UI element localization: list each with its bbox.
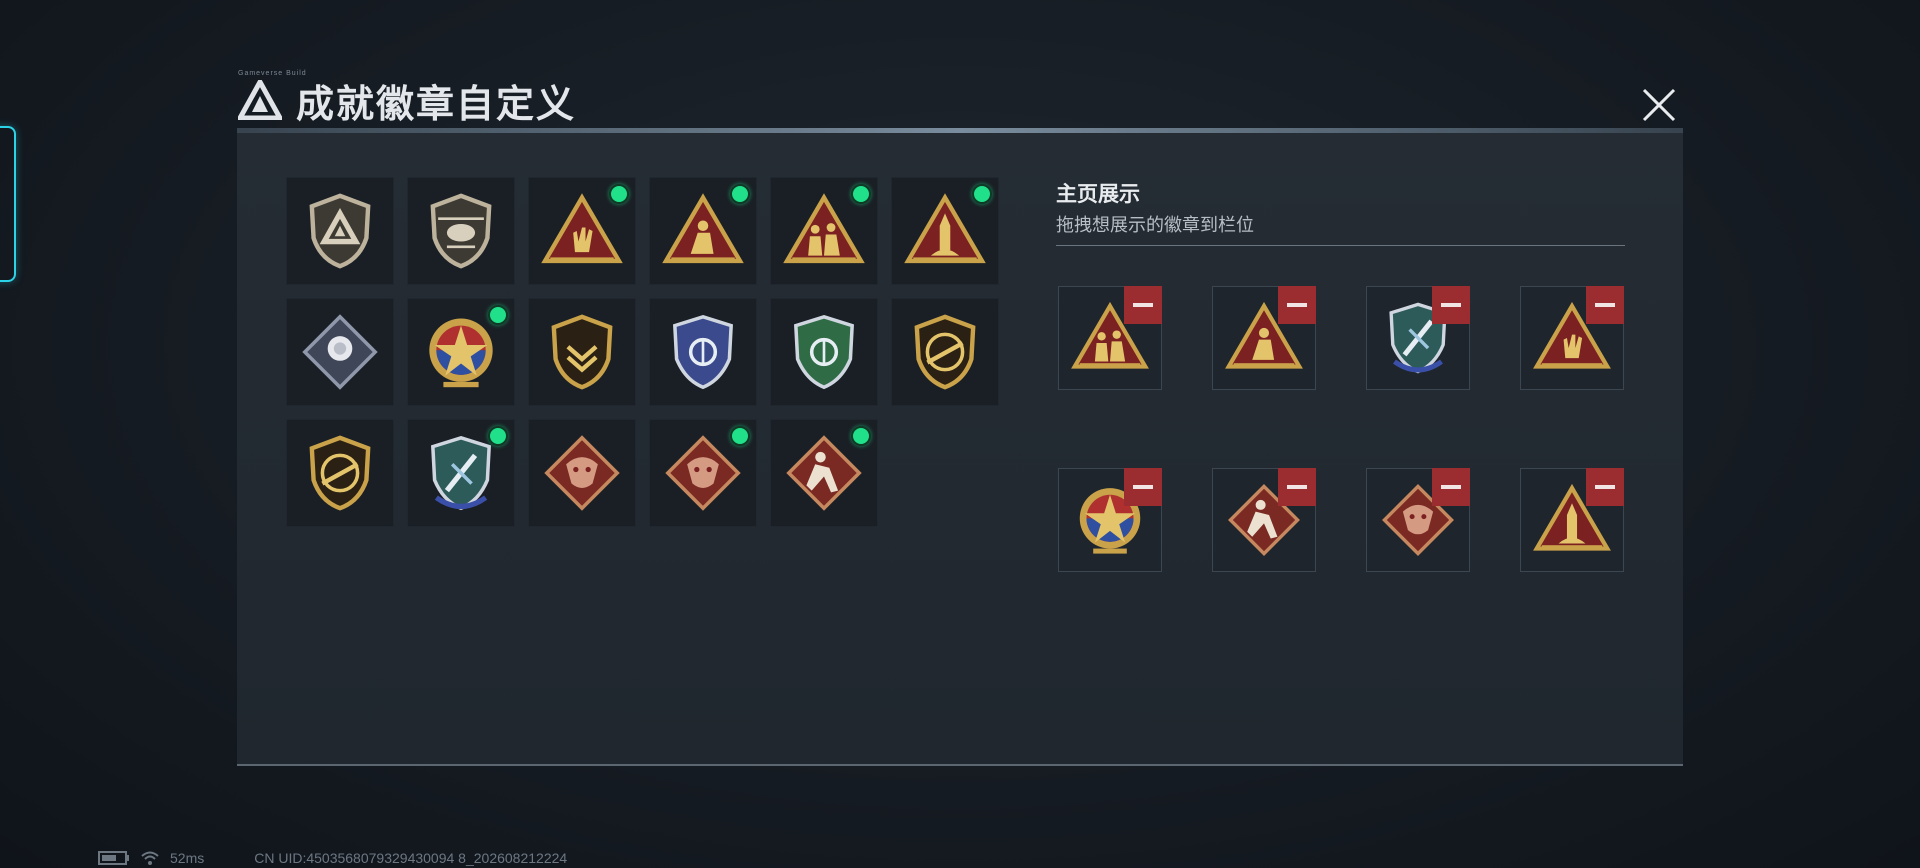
new-indicator-dot bbox=[488, 426, 508, 446]
helicopter-shield-badge-icon bbox=[430, 193, 492, 269]
uid-text: CN UID:4503568079329430094 8_20260821222… bbox=[254, 850, 568, 866]
new-indicator-dot bbox=[972, 184, 992, 204]
new-indicator-dot bbox=[609, 184, 629, 204]
showcase-title: 主页展示 bbox=[1056, 183, 1140, 206]
badge-cell[interactable] bbox=[407, 177, 515, 285]
minus-icon bbox=[1595, 485, 1615, 489]
chevron-shield-badge-icon bbox=[551, 314, 613, 390]
remove-badge-button[interactable] bbox=[1432, 286, 1470, 324]
showcase-slot[interactable] bbox=[1212, 286, 1316, 390]
showcase-slot[interactable] bbox=[1366, 468, 1470, 572]
badge-cell[interactable] bbox=[286, 177, 394, 285]
minus-icon bbox=[1287, 303, 1307, 307]
showcase-slot[interactable] bbox=[1520, 286, 1624, 390]
wifi-icon bbox=[141, 851, 159, 865]
badge-cell[interactable] bbox=[528, 419, 636, 527]
badge-cell[interactable] bbox=[770, 419, 878, 527]
badge-cell[interactable] bbox=[649, 298, 757, 406]
remove-badge-button[interactable] bbox=[1278, 468, 1316, 506]
badge-cell[interactable] bbox=[286, 298, 394, 406]
minus-icon bbox=[1133, 485, 1153, 489]
badge-inventory-grid bbox=[286, 177, 1006, 527]
badge-cell[interactable] bbox=[407, 298, 515, 406]
minus-icon bbox=[1287, 485, 1307, 489]
dragon-diamond-badge-icon bbox=[544, 435, 620, 511]
badge-cell[interactable] bbox=[891, 177, 999, 285]
badge-cell[interactable] bbox=[528, 177, 636, 285]
showcase-slot[interactable] bbox=[1520, 468, 1624, 572]
new-indicator-dot bbox=[851, 426, 871, 446]
badge-cell[interactable] bbox=[286, 419, 394, 527]
showcase-divider bbox=[1056, 245, 1625, 246]
minus-icon bbox=[1133, 303, 1153, 307]
remove-badge-button[interactable] bbox=[1432, 468, 1470, 506]
new-indicator-dot bbox=[851, 184, 871, 204]
dialog-title: 成就徽章自定义 bbox=[296, 83, 577, 126]
new-indicator-dot bbox=[730, 426, 750, 446]
showcase-slot[interactable] bbox=[1058, 468, 1162, 572]
badge-cell[interactable] bbox=[528, 298, 636, 406]
triangle-shield-badge-icon bbox=[309, 193, 371, 269]
showcase-slot-grid bbox=[1058, 286, 1628, 572]
blue-emblem-badge-icon bbox=[673, 314, 733, 390]
side-tab[interactable] bbox=[0, 126, 16, 282]
showcase-slot[interactable] bbox=[1366, 286, 1470, 390]
new-indicator-dot bbox=[488, 305, 508, 325]
build-label: Gameverse Build bbox=[238, 70, 307, 77]
remove-badge-button[interactable] bbox=[1124, 286, 1162, 324]
close-icon bbox=[1642, 88, 1676, 122]
minus-icon bbox=[1441, 303, 1461, 307]
rose-diamond-badge-icon bbox=[302, 314, 378, 390]
remove-badge-button[interactable] bbox=[1124, 468, 1162, 506]
status-bar: 52ms CN UID:4503568079329430094 8_202608… bbox=[98, 848, 567, 868]
remove-badge-button[interactable] bbox=[1278, 286, 1316, 324]
badge-cell[interactable] bbox=[770, 177, 878, 285]
pistol-shield-badge-icon bbox=[309, 435, 371, 511]
badge-cell[interactable] bbox=[649, 177, 757, 285]
badge-cell[interactable] bbox=[649, 419, 757, 527]
panel-top-bar bbox=[237, 128, 1683, 133]
showcase-subtitle: 拖拽想展示的徽章到栏位 bbox=[1056, 215, 1254, 235]
showcase-slot[interactable] bbox=[1058, 286, 1162, 390]
remove-badge-button[interactable] bbox=[1586, 468, 1624, 506]
rifle-shield-badge-icon bbox=[914, 314, 976, 390]
badge-cell[interactable] bbox=[770, 298, 878, 406]
minus-icon bbox=[1595, 303, 1615, 307]
triangle-logo-icon bbox=[238, 80, 282, 120]
battery-icon bbox=[98, 851, 129, 865]
minus-icon bbox=[1441, 485, 1461, 489]
new-indicator-dot bbox=[730, 184, 750, 204]
green-emblem-badge-icon bbox=[794, 314, 854, 390]
close-button[interactable] bbox=[1634, 80, 1684, 130]
dialog-header: Gameverse Build 成就徽章自定义 bbox=[238, 70, 577, 126]
badge-cell[interactable] bbox=[891, 298, 999, 406]
remove-badge-button[interactable] bbox=[1586, 286, 1624, 324]
showcase-slot[interactable] bbox=[1212, 468, 1316, 572]
ping-value: 52ms bbox=[170, 850, 205, 866]
badge-cell[interactable] bbox=[407, 419, 515, 527]
